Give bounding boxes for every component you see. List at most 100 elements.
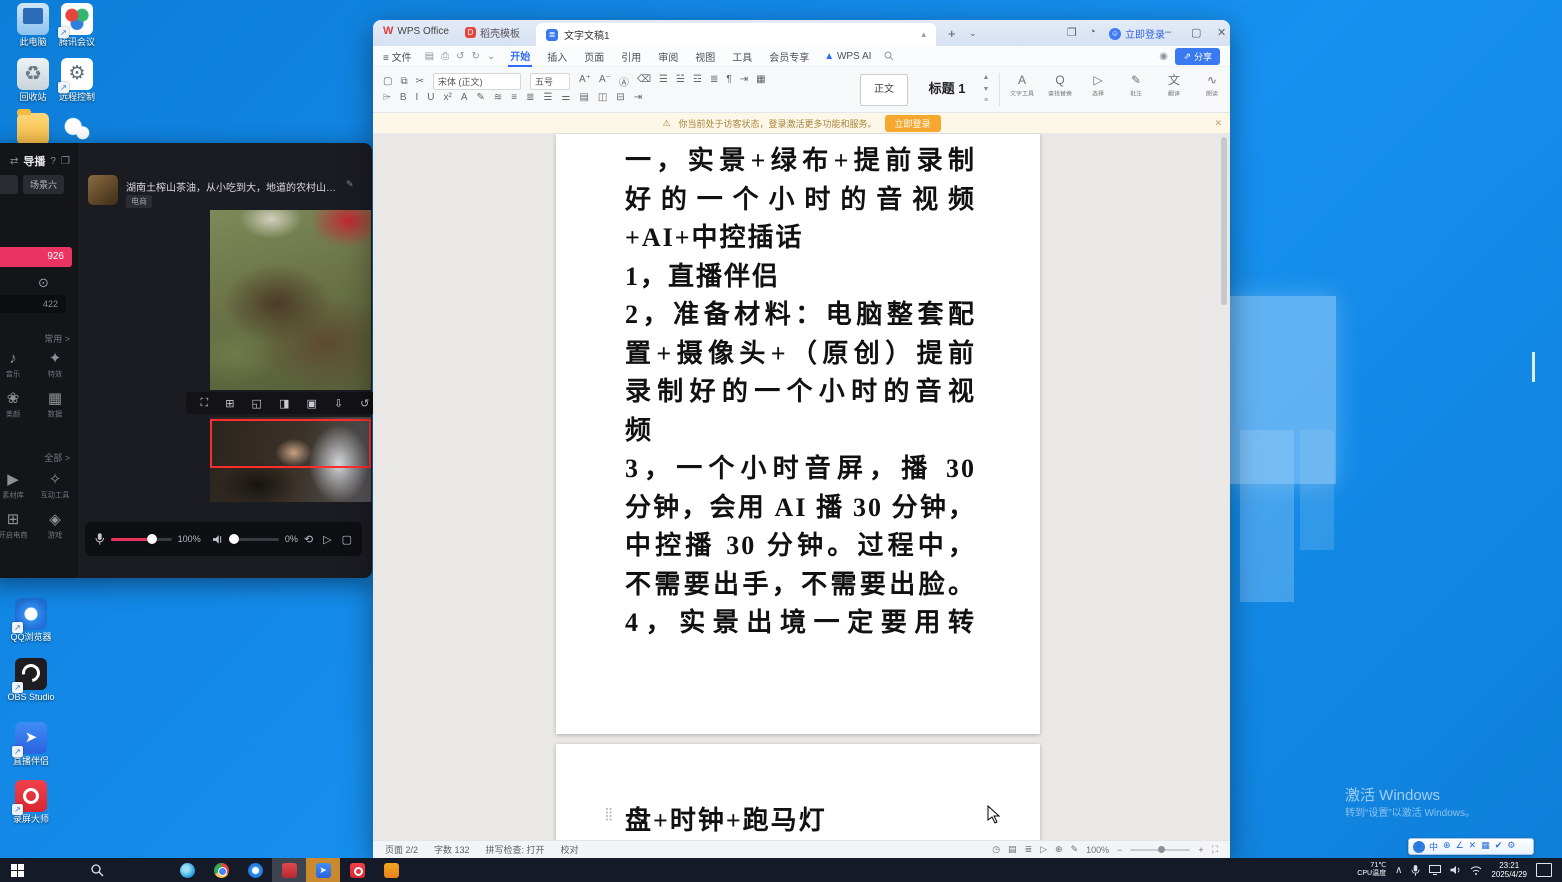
ribbon-icon[interactable]: ☰ <box>659 74 668 89</box>
status-spellcheck[interactable]: 拼写检查: 打开 <box>486 843 545 856</box>
tab-home[interactable]: 开始 <box>508 46 532 67</box>
ribbon-icon[interactable]: ⧉ <box>400 76 407 87</box>
preview-tool-icon[interactable]: ◨ <box>279 397 289 410</box>
edit-title-icon[interactable]: ✎ <box>346 179 354 190</box>
ribbon-icon[interactable]: ⌫ <box>637 74 651 89</box>
ribbon-icon[interactable]: ✎ <box>477 92 485 103</box>
tab-document[interactable]: ≣ 文字文稿1 ▴ <box>536 23 936 46</box>
font-name-select[interactable]: 宋体 (正文) <box>433 73 521 90</box>
desktop-icon-qq-browser[interactable]: ↗ QQ浏览器 <box>0 598 62 642</box>
ime-button-icon[interactable]: ✔ <box>1495 840 1503 853</box>
skin-icon[interactable]: ◔ <box>1089 26 1096 38</box>
maximize-button[interactable]: ▢ <box>1191 26 1201 39</box>
preview-tool-icon[interactable]: ⊞ <box>225 397 234 410</box>
ribbon-icon[interactable]: ⊟ <box>616 92 624 103</box>
style-heading-1[interactable]: 标题 1 <box>918 74 976 104</box>
live-status-bar[interactable]: 926 <box>0 247 72 267</box>
start-button[interactable] <box>0 858 34 882</box>
ribbon-icon[interactable]: ⚌ <box>562 92 571 103</box>
document-scrollbar-thumb[interactable] <box>1221 137 1227 305</box>
ribbon-icon[interactable]: ⌲ <box>383 92 391 103</box>
status-words[interactable]: 字数 132 <box>434 843 470 856</box>
style-body[interactable]: 正文 <box>860 74 908 106</box>
tab-reference[interactable]: 引用 <box>619 47 643 66</box>
preview-tool-icon[interactable]: ◱ <box>252 397 262 410</box>
speaker-icon[interactable] <box>213 534 224 545</box>
ribbon-icon[interactable]: ≣ <box>710 74 718 89</box>
ribbon-tool-group[interactable]: 文 翻译 <box>1159 71 1189 99</box>
taskbar-live-buddy-active[interactable]: ➤ <box>306 858 340 882</box>
sidebar-tool[interactable]: ✧ 互动工具 <box>34 471 76 501</box>
document-page-2[interactable]: ⣿ 盘+时钟+跑马灯 <box>556 744 1040 840</box>
scene-tab-partial[interactable] <box>0 175 18 194</box>
ribbon-icon[interactable]: A <box>461 92 468 103</box>
network-tray-icon[interactable] <box>1470 865 1482 875</box>
wps-ai-entry[interactable]: ▲ WPS AI <box>824 51 871 62</box>
zoom-out-button[interactable]: − <box>1117 845 1122 855</box>
clock[interactable]: 23:21 2025/4/29 <box>1491 861 1527 879</box>
camera-preview[interactable] <box>210 210 371 390</box>
new-tab-button[interactable]: + <box>948 26 956 41</box>
zoom-in-button[interactable]: + <box>1198 845 1203 855</box>
speaker-tray-icon[interactable] <box>1450 865 1461 875</box>
ribbon-icon[interactable]: ◫ <box>598 92 607 103</box>
fit-page-icon[interactable]: ⛶ <box>1212 844 1218 855</box>
zoom-value[interactable]: 100% <box>1086 845 1109 855</box>
quick-access-icon[interactable]: ⎙ <box>441 51 449 62</box>
sidebar-tool[interactable]: ▦ 数据 <box>34 390 76 420</box>
desktop-icon-obs[interactable]: ↗ OBS Studio <box>0 658 62 702</box>
paragraph-drag-handle[interactable]: ⣿ <box>604 806 614 822</box>
tab-list-chevron[interactable]: ⌄ <box>969 28 977 39</box>
ribbon-icon[interactable]: ▤ <box>579 92 588 103</box>
expand-icon[interactable]: ❐ <box>61 156 70 167</box>
ribbon-icon[interactable]: ☲ <box>693 74 702 89</box>
ribbon-icon[interactable]: x² <box>444 92 452 103</box>
view-mode-icon[interactable]: ▷ <box>1040 844 1047 855</box>
preview-tool-icon[interactable]: ↺ <box>360 397 369 410</box>
sidebar-tool[interactable]: ◈ 游戏 <box>34 511 76 541</box>
ribbon-icon[interactable]: U <box>427 92 434 103</box>
ribbon-icon[interactable]: ≣ <box>526 92 534 103</box>
ribbon-icon[interactable]: ≡ <box>511 92 517 103</box>
ribbon-icon[interactable]: A⁻ <box>599 74 611 89</box>
speaker-slider-knob[interactable] <box>229 534 239 544</box>
section-common-label[interactable]: 常用 > <box>44 332 70 345</box>
desktop-icon-remote-tool[interactable]: ⚙↗ 远程控制 <box>46 58 108 102</box>
share-button[interactable]: ⇗ 分享 <box>1175 48 1220 65</box>
view-mode-icon[interactable]: ✎ <box>1071 844 1079 855</box>
ribbon-tool-group[interactable]: ✎ 批注 <box>1121 71 1151 99</box>
ribbon-icon[interactable]: ▢ <box>383 76 392 87</box>
login-entry[interactable]: ☺ 立即登录 <box>1109 26 1165 41</box>
ribbon-icon[interactable]: I <box>415 92 418 103</box>
quick-access-icon[interactable]: ▤ <box>425 51 434 62</box>
ribbon-icon[interactable]: ☰ <box>544 92 553 103</box>
preview-tool-icon[interactable]: ▣ <box>306 397 316 410</box>
ribbon-tool-group[interactable]: Q 查找替换 <box>1045 71 1075 99</box>
eye-protect-icon[interactable]: ◉ <box>1159 51 1168 62</box>
microphone-tray-icon[interactable] <box>1411 865 1420 876</box>
zoom-slider[interactable] <box>1130 849 1190 851</box>
search-icon[interactable] <box>884 51 894 61</box>
tab-tools[interactable]: 工具 <box>730 47 754 66</box>
tab-review[interactable]: 审阅 <box>656 47 680 66</box>
stream-control-icon[interactable]: ▢ <box>342 533 352 546</box>
sidebar-tool[interactable]: ✦ 特效 <box>34 350 76 380</box>
desktop-icon-recorder[interactable]: ↗ 录屏大师 <box>0 780 62 824</box>
ribbon-tool-group[interactable]: ∿ 朗读 <box>1197 71 1227 99</box>
gear-icon[interactable]: ⊙ <box>38 275 49 291</box>
tab-insert[interactable]: 插入 <box>545 47 569 66</box>
quick-access-icon[interactable]: ↺ <box>456 51 464 62</box>
file-menu[interactable]: ≡ 文件 <box>383 49 412 64</box>
mic-slider-knob[interactable] <box>147 534 157 544</box>
taskbar-chrome[interactable] <box>204 858 238 882</box>
layout-icon[interactable]: ❐ <box>1067 26 1077 39</box>
ribbon-icon[interactable]: ✂ <box>416 76 424 87</box>
ribbon-icon[interactable]: ▦ <box>756 74 765 89</box>
tab-view[interactable]: 视图 <box>693 47 717 66</box>
selection-red-border[interactable] <box>210 419 371 468</box>
sidebar-tool[interactable]: ▶ 素材库 <box>0 471 34 501</box>
scene-tab-six[interactable]: 场景六 <box>23 175 64 194</box>
view-mode-icon[interactable]: ◷ <box>992 844 1000 855</box>
desktop-icon-live-buddy[interactable]: ➤↗ 直播伴侣 <box>0 722 62 766</box>
section-all-label[interactable]: 全部 > <box>44 451 70 464</box>
